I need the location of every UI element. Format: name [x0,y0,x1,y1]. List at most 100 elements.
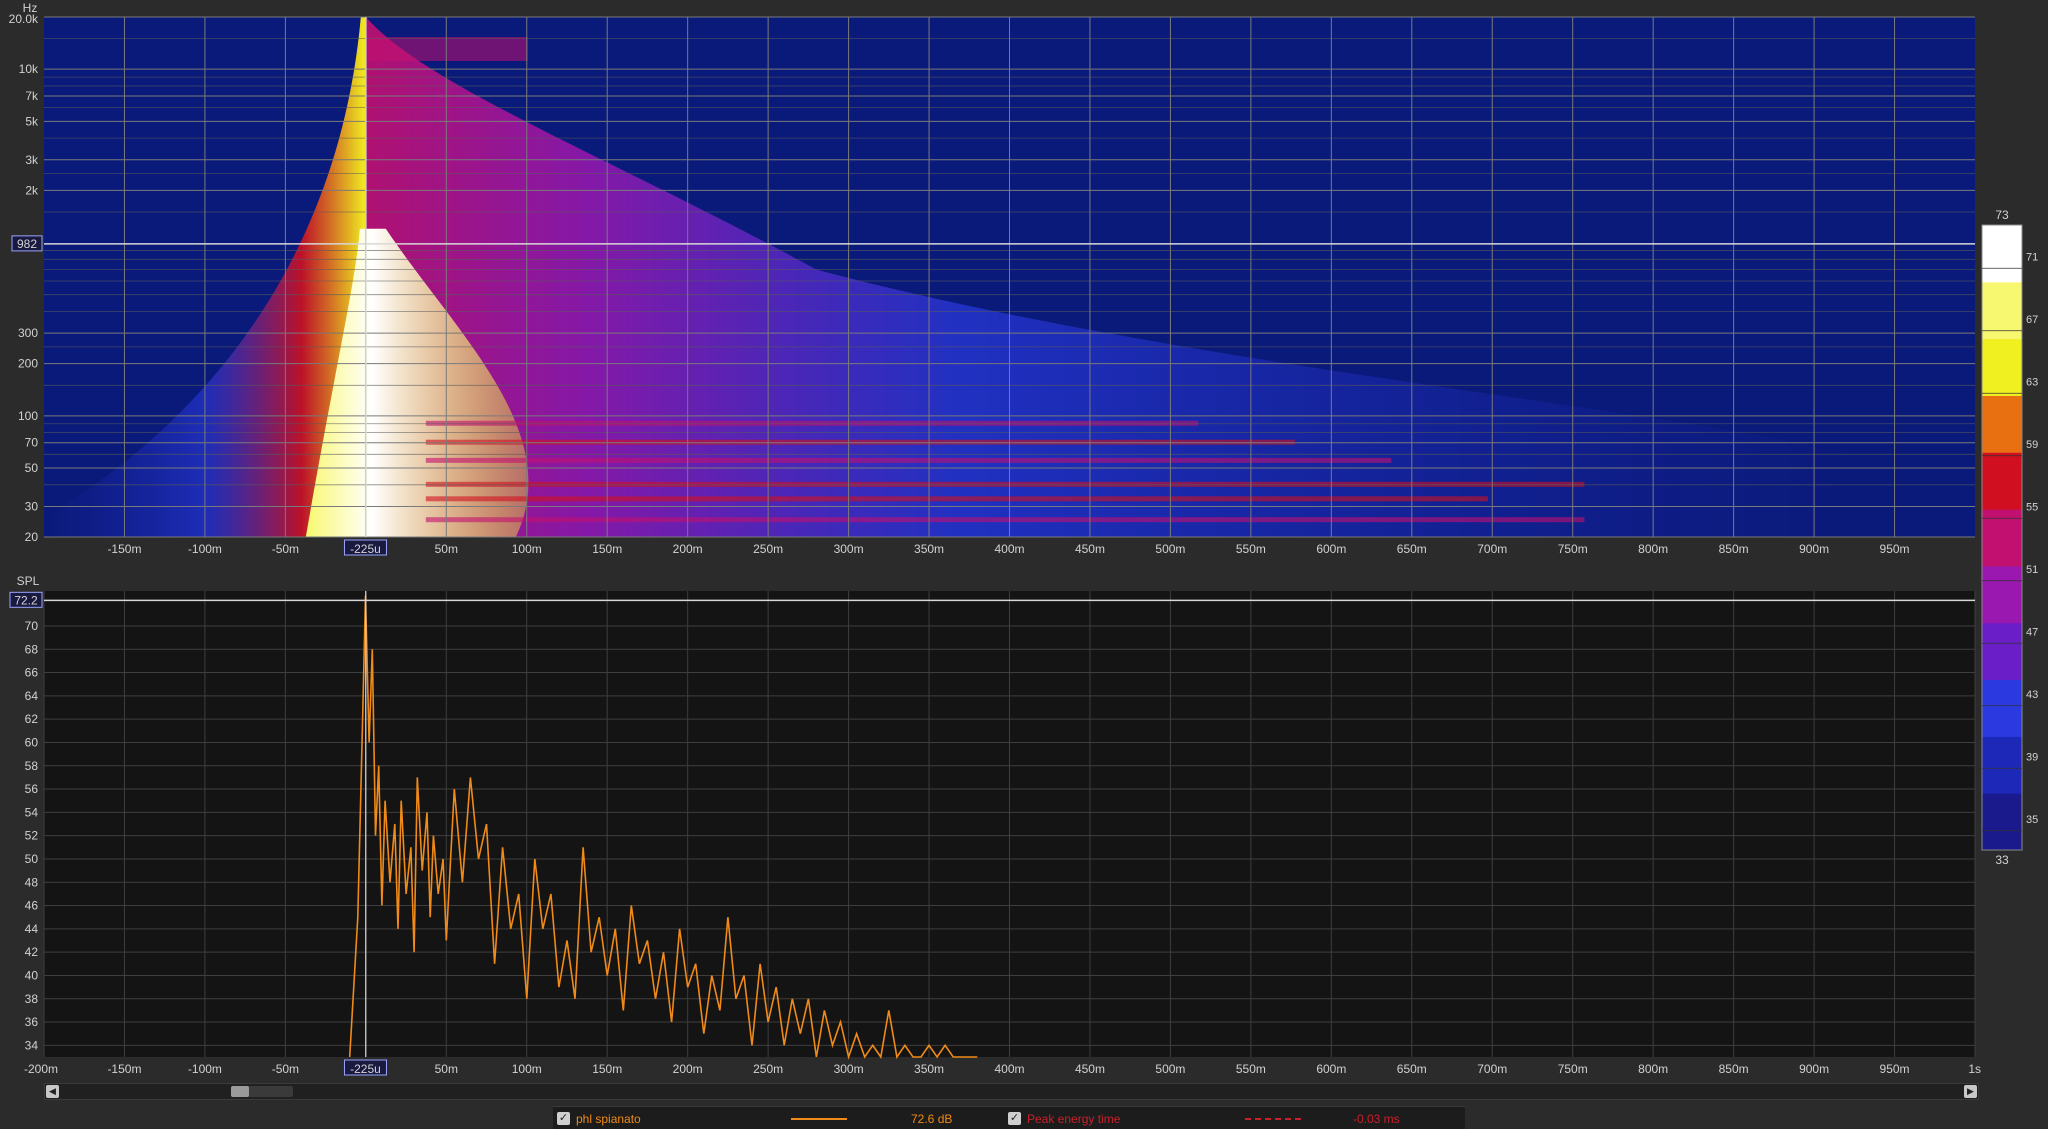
x-tick-label: 600m [1316,542,1346,556]
x-tick-label: 900m [1799,1062,1829,1076]
colorbar-tick-label: 55 [2026,501,2038,513]
y-tick-label: 38 [25,992,39,1006]
y-tick-label: 40 [25,968,39,982]
horizontal-scrollbar[interactable]: ◀ ▶ [44,1083,1979,1100]
y-tick-label: 52 [25,829,39,843]
colorbar-segment [1982,793,2022,851]
x-tick-label: 600m [1316,1062,1346,1076]
y-tick-label: 50 [25,461,39,475]
y-tick-label: 46 [25,899,39,913]
colorbar-segment [1982,509,2022,567]
x-tick-label: 750m [1558,542,1588,556]
colorbar: 73 33 71 67 63 59 55 51 47 43 39 35 [1981,208,2038,867]
y-cursor-label: 72.2 [14,593,38,607]
legend-item-peak[interactable]: ✓ Peak energy time [1008,1111,1120,1126]
y-tick-label: 54 [25,805,39,819]
trace-checkbox[interactable]: ✓ [557,1112,570,1125]
x-tick-label: 850m [1719,542,1749,556]
y-tick-label: 7k [25,89,39,103]
x-tick-label: 350m [914,1062,944,1076]
scroll-left-icon[interactable]: ◀ [46,1085,59,1098]
resonance-streak [425,517,1585,523]
x-tick-label: 50m [435,1062,458,1076]
colorbar-segment [1982,565,2022,624]
x-tick-label: 900m [1799,542,1829,556]
y-tick-label: 50 [25,852,39,866]
y-tick-label: 2k [25,183,39,197]
resonance-streak [425,496,1488,502]
peak-checkbox[interactable]: ✓ [1008,1112,1021,1125]
colorbar-tick-label: 59 [2026,439,2038,451]
trace-value: 72.6 dB [911,1111,953,1126]
x-tick-label: 400m [994,542,1024,556]
y-tick-label: 200 [18,357,38,371]
x-tick-label: -200m [24,1062,58,1076]
scroll-right-icon[interactable]: ▶ [1964,1085,1977,1098]
x-tick-label: 450m [1075,1062,1105,1076]
x-tick-label: 350m [914,542,944,556]
resonance-streak [425,420,1199,426]
y-tick-label: 3k [25,153,39,167]
scroll-thumb[interactable] [231,1086,293,1097]
x-tick-label: 750m [1558,1062,1588,1076]
x-tick-label: -100m [188,542,222,556]
colorbar-tick-label: 35 [2026,814,2038,826]
x-tick-label: 300m [834,1062,864,1076]
x-tick-label: 950m [1880,1062,1910,1076]
trace-label: phl spianato [576,1111,641,1126]
y-tick-label: 44 [25,922,39,936]
y-axis-label: Hz [23,1,38,15]
colorbar-tick-label: 63 [2026,376,2038,388]
peak-label: Peak energy time [1027,1111,1121,1126]
x-tick-label: 550m [1236,542,1266,556]
colorbar-min-label: 33 [1995,853,2009,867]
colorbar-segment [1982,452,2022,510]
scroll-grip[interactable] [231,1086,249,1097]
spl-panel[interactable]: 70 68 66 64 62 60 58 56 54 52 50 48 46 44 42 40 38 36 34 -2… [9,574,1981,1076]
y-tick-label: 66 [25,666,39,680]
legend-bar: ✓ phl spianato 72.6 dB ✓ Peak energy tim… [553,1106,1465,1129]
y-tick-label: 30 [25,499,39,513]
colorbar-tick-label: 39 [2026,751,2038,763]
y-tick-label: 56 [25,782,39,796]
x-tick-label: 1s [1968,1062,1981,1076]
colorbar-segment [1982,679,2022,737]
colorbar-tick-label: 51 [2026,564,2038,576]
x-tick-label: 150m [592,1062,622,1076]
x-tick-label: -50m [272,542,299,556]
x-tick-label: -150m [107,1062,141,1076]
peak-value: -0.03 ms [1353,1111,1400,1126]
resonance-streak [425,481,1585,487]
y-tick-label: 10k [19,62,39,76]
x-tick-label: 100m [512,542,542,556]
x-tick-label: 150m [592,542,622,556]
x-tick-label: 650m [1397,1062,1427,1076]
x-tick-label: 400m [994,1062,1024,1076]
x-tick-label: 200m [673,542,703,556]
y-tick-label: 48 [25,875,39,889]
x-tick-label: 250m [753,1062,783,1076]
colorbar-tick-label: 47 [2026,626,2038,638]
colorbar-segment [1982,225,2022,283]
colorbar-segment [1982,736,2022,794]
resonance-streak [425,457,1392,463]
x-tick-label: 500m [1155,1062,1185,1076]
colorbar-tick-label: 67 [2026,314,2038,326]
hf-ringing [367,37,528,61]
x-tick-label: 500m [1155,542,1185,556]
legend-item-trace[interactable]: ✓ phl spianato [557,1111,641,1126]
colorbar-segment [1982,622,2022,681]
chart-canvas: 20.0k10k7k5k3k2k30020010070503020-150m -1… [9,1,2039,1076]
y-tick-label: 100 [18,409,38,423]
y-tick-label: 42 [25,945,39,959]
x-tick-label: -100m [188,1062,222,1076]
x-tick-label: 200m [673,1062,703,1076]
x-tick-label: 850m [1719,1062,1749,1076]
y-tick-label: 70 [25,436,39,450]
x-tick-label: 700m [1477,542,1507,556]
y-tick-label: 20 [25,530,39,544]
x-tick-label: 950m [1880,542,1910,556]
spectrogram-panel[interactable]: 20.0k10k7k5k3k2k30020010070503020-150m -1… [9,1,1975,556]
x-tick-label: 650m [1397,542,1427,556]
x-tick-label: 700m [1477,1062,1507,1076]
